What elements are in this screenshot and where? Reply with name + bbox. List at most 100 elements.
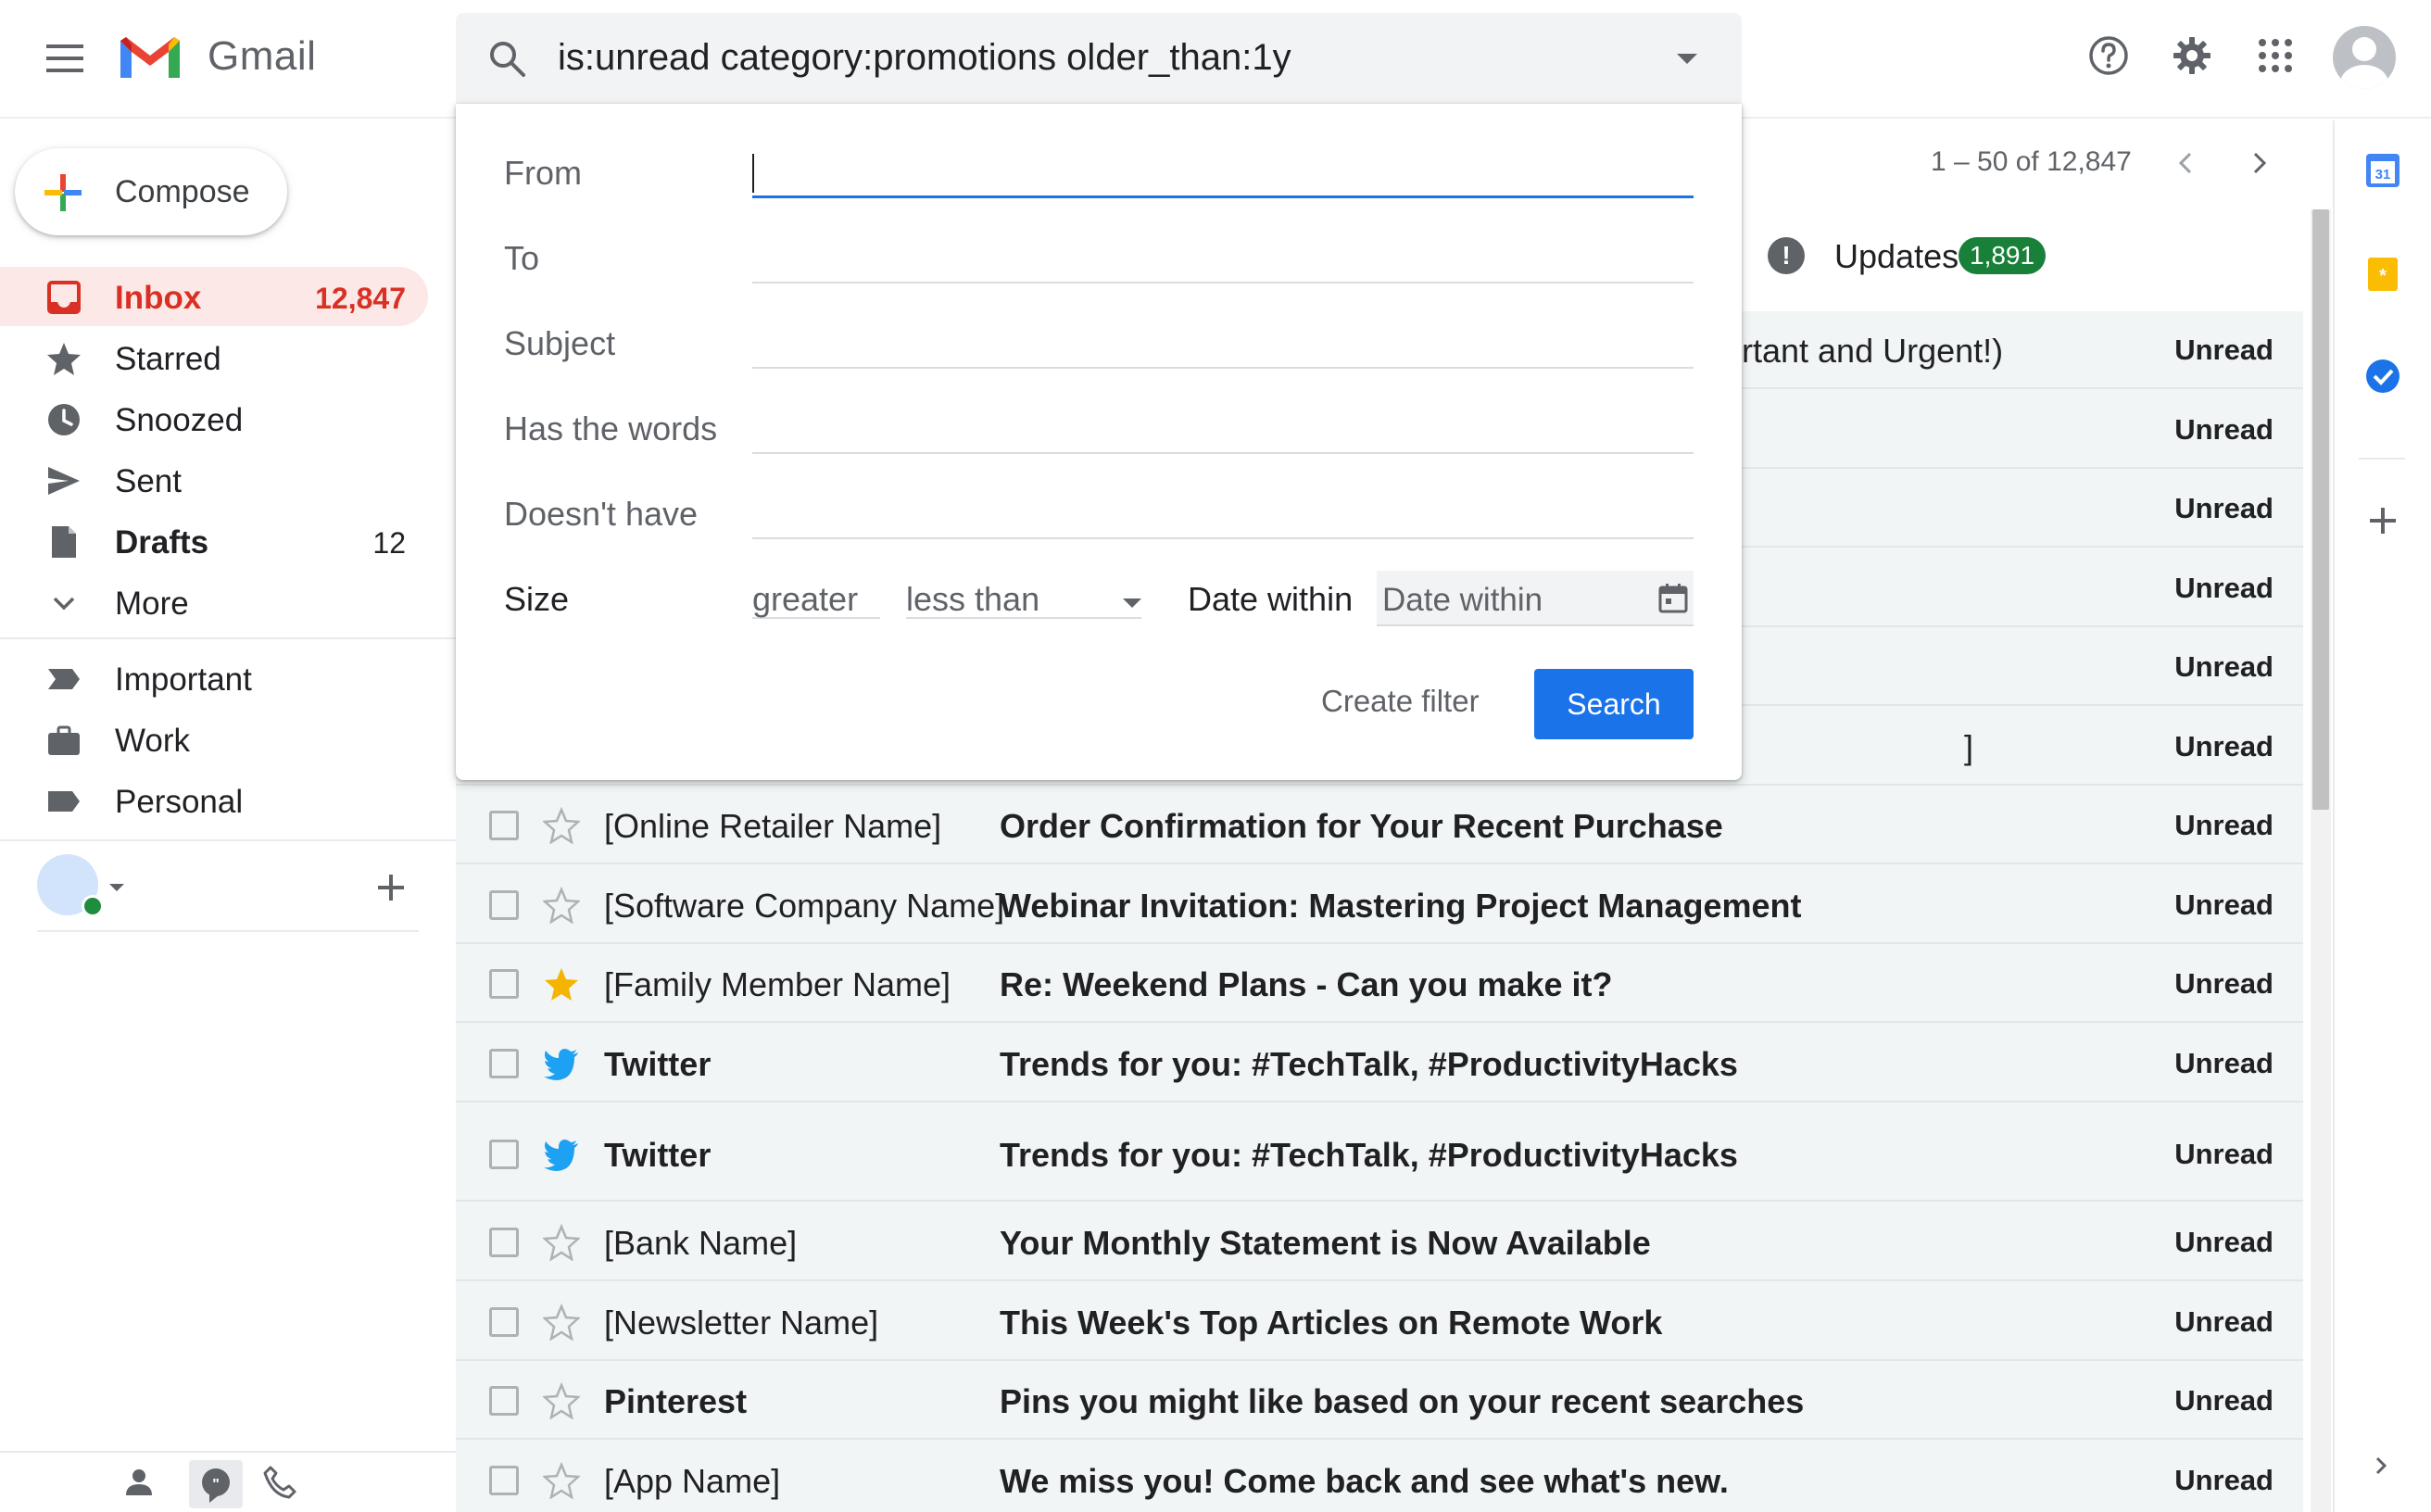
- next-page-chevron-right-icon[interactable]: [2244, 146, 2275, 180]
- email-status: Unread: [2174, 650, 2274, 683]
- contacts-person-icon[interactable]: [120, 1464, 157, 1501]
- size-dropdown-chevron-down-icon[interactable]: [1123, 598, 1141, 608]
- email-status: Unread: [2174, 412, 2274, 446]
- help-icon[interactable]: [2086, 33, 2131, 78]
- google-tasks-icon[interactable]: [2364, 358, 2401, 395]
- row-checkbox[interactable]: [489, 1306, 519, 1337]
- star-outline-icon[interactable]: [543, 886, 580, 924]
- sidebar-item-sent[interactable]: Sent: [0, 450, 428, 510]
- sidebar-divider: [0, 637, 456, 639]
- email-row[interactable]: [Online Retailer Name] Order Confirmation…: [456, 787, 2303, 864]
- settings-gear-icon[interactable]: [2170, 33, 2214, 78]
- text-cursor: [752, 154, 754, 193]
- calendar-icon[interactable]: [1656, 582, 1690, 615]
- email-row[interactable]: [Newsletter Name] This Week's Top Article…: [456, 1282, 2303, 1361]
- star-outline-icon[interactable]: [543, 1382, 580, 1419]
- star-outline-icon[interactable]: [543, 1303, 580, 1341]
- email-subject: Your Monthly Statement is Now Available: [1000, 1224, 1651, 1262]
- search-icon[interactable]: [487, 39, 528, 80]
- tab-updates[interactable]: ! Updates 1,891: [1742, 209, 2298, 311]
- email-status: Unread: [2174, 967, 2274, 1000]
- calendar-day-number: 31: [2375, 167, 2391, 183]
- email-subject: Trends for you: #TechTalk, #Productivity…: [1000, 1044, 1738, 1083]
- email-status: Unread: [2174, 1463, 2274, 1496]
- search-options-chevron-down-icon[interactable]: [1677, 54, 1697, 64]
- row-checkbox[interactable]: [489, 969, 519, 999]
- email-status: Unread: [2174, 1046, 2274, 1079]
- size-unit-dropdown[interactable]: [1047, 571, 1141, 619]
- email-status: Unread: [2174, 334, 2274, 366]
- google-keep-icon[interactable]: *: [2364, 256, 2401, 293]
- row-checkbox[interactable]: [489, 811, 519, 840]
- sidebar-item-snoozed[interactable]: Snoozed: [0, 389, 428, 448]
- email-row[interactable]: Pinterest Pins you might like based on yo…: [456, 1362, 2303, 1440]
- email-subject: Trends for you: #TechTalk, #Productivity…: [1000, 1135, 1738, 1174]
- row-checkbox[interactable]: [489, 1048, 519, 1078]
- sidebar-item-drafts[interactable]: Drafts 12: [0, 511, 428, 571]
- email-status: Unread: [2174, 1226, 2274, 1258]
- search-button[interactable]: Search: [1534, 669, 1694, 739]
- date-within-select[interactable]: Date within: [1377, 571, 1694, 626]
- size-operator-select[interactable]: greater: [752, 571, 880, 619]
- subject-field[interactable]: [752, 321, 1694, 369]
- email-row[interactable]: [Family Member Name] Re: Weekend Plans - …: [456, 945, 2303, 1023]
- search-input[interactable]: is:unread category:promotions older_than…: [558, 37, 1291, 79]
- has-words-field[interactable]: [752, 406, 1694, 454]
- to-field[interactable]: [752, 235, 1694, 284]
- main-menu-icon[interactable]: [46, 44, 83, 72]
- star-outline-icon[interactable]: [543, 807, 580, 844]
- email-row[interactable]: [Software Company Name] Webinar Invitatio…: [456, 865, 2303, 944]
- sidebar-label-important[interactable]: Important: [0, 649, 428, 708]
- email-row[interactable]: Twitter Trends for you: #TechTalk, #Produ…: [456, 1024, 2303, 1102]
- row-checkbox[interactable]: [489, 1228, 519, 1257]
- new-chat-plus-icon[interactable]: [374, 871, 408, 904]
- email-status: Unread: [2174, 888, 2274, 921]
- row-checkbox[interactable]: [489, 1386, 519, 1416]
- label-tag-icon: [48, 791, 80, 812]
- phone-icon[interactable]: [261, 1464, 298, 1501]
- email-subject: Pins you might like based on your recent…: [1000, 1382, 1805, 1420]
- hangouts-status-chevron-down-icon[interactable]: [109, 884, 124, 891]
- gmail-wordmark[interactable]: Gmail: [208, 33, 316, 80]
- twitter-bird-icon[interactable]: [543, 1136, 580, 1173]
- compose-button[interactable]: Compose: [15, 148, 287, 235]
- email-row[interactable]: [Bank Name] Your Monthly Statement is Now…: [456, 1203, 2303, 1281]
- star-outline-icon[interactable]: [543, 1461, 580, 1499]
- previous-page-chevron-left-icon[interactable]: [2170, 146, 2201, 180]
- star-outline-icon[interactable]: [543, 1224, 580, 1261]
- google-calendar-icon[interactable]: 31: [2364, 152, 2401, 189]
- hangouts-chat-icon[interactable]: ": [189, 1460, 243, 1508]
- from-field[interactable]: [752, 150, 1694, 198]
- create-filter-button[interactable]: Create filter: [1321, 684, 1480, 719]
- twitter-bird-icon[interactable]: [543, 1045, 580, 1082]
- row-checkbox[interactable]: [489, 1139, 519, 1169]
- inbox-count: 12,847: [315, 282, 406, 315]
- email-sender: [Software Company Name]: [604, 886, 1005, 925]
- add-addon-plus-icon[interactable]: [2364, 502, 2401, 539]
- email-subject: ]: [1964, 727, 1974, 766]
- search-bar[interactable]: is:unread category:promotions older_than…: [456, 13, 1742, 104]
- sidebar-item-inbox[interactable]: Inbox 12,847: [0, 267, 428, 326]
- email-row[interactable]: [App Name] We miss you! Come back and see…: [456, 1441, 2303, 1512]
- pagination-text: 1 – 50 of 12,847: [1931, 146, 2132, 177]
- to-label: To: [504, 239, 540, 277]
- scrollbar-thumb[interactable]: [2312, 209, 2329, 810]
- sidebar-label-work[interactable]: Work: [0, 710, 428, 769]
- email-sender: [Online Retailer Name]: [604, 807, 942, 845]
- expand-panel-chevron-right-icon[interactable]: [2366, 1451, 2396, 1480]
- row-checkbox[interactable]: [489, 889, 519, 920]
- has-words-label: Has the words: [504, 410, 718, 447]
- sidebar-item-starred[interactable]: Starred: [0, 328, 428, 387]
- email-status: Unread: [2174, 1304, 2274, 1338]
- sidebar-item-more[interactable]: More: [0, 573, 428, 632]
- doesnt-have-field[interactable]: [752, 491, 1694, 539]
- star-filled-icon[interactable]: [543, 965, 580, 1002]
- apps-grid-icon[interactable]: [2253, 33, 2298, 78]
- email-status: Unread: [2174, 571, 2274, 604]
- account-avatar[interactable]: [2333, 26, 2396, 89]
- sidebar-label-personal[interactable]: Personal: [0, 771, 428, 830]
- row-checkbox[interactable]: [489, 1465, 519, 1495]
- gmail-logo-icon[interactable]: [117, 32, 183, 82]
- inbox-icon: [47, 281, 81, 314]
- email-row[interactable]: Twitter Trends for you: #TechTalk, #Produ…: [456, 1106, 2303, 1202]
